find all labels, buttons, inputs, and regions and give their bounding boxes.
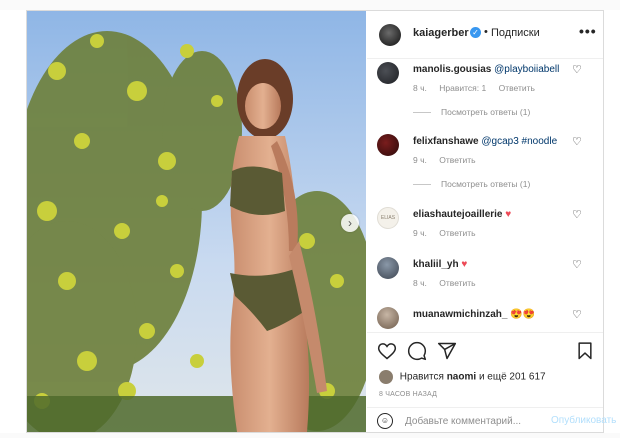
commenter-username[interactable]: felixfanshawe [413,136,479,147]
commenter-avatar[interactable]: ELIAS [377,207,399,229]
comment-reply-button[interactable]: Ответить [439,228,475,238]
comment-time: 8 ч. [413,83,427,93]
add-comment-bar: ☺ Опубликовать [367,407,616,433]
author-username[interactable]: kaiagerber [413,27,469,39]
header-separator: • [484,26,488,38]
page-background-top [0,0,620,10]
replies-divider [413,184,431,186]
comment-meta: 8 ч. Нравится: 1 Ответить [413,83,545,93]
share-icon[interactable] [437,341,457,361]
comment-likes-count[interactable]: Нравится: 1 [439,83,486,93]
commenter-username[interactable]: muanawmichinzah_ [413,309,507,320]
post-header: kaiagerber ✓ • Подписки ••• [367,11,603,59]
likes-count[interactable]: и ещё 201 617 [479,372,546,383]
view-replies-label: Посмотреть ответы (1) [441,107,531,117]
comment-meta: 9 ч. Ответить [413,228,486,238]
comment-emoji: 😍😍 [510,309,536,320]
comment-text: manolis.gousias @playboiiabell [413,64,559,75]
comment-text: felixfanshawe @gcap3 #noodle [413,136,557,147]
comment-text: eliashautejoaillerie ♥ [413,209,511,220]
heart-icon[interactable] [377,341,397,361]
commenter-avatar[interactable] [377,134,399,156]
commenter-username[interactable]: eliashautejoaillerie [413,209,503,220]
post-side-panel: kaiagerber ✓ • Подписки ••• manolis.gous… [367,11,616,433]
liker-avatar [379,370,393,384]
follow-button[interactable]: Подписки [491,27,540,39]
comment-like-heart-icon[interactable]: ♡ [572,308,582,321]
more-options-icon[interactable]: ••• [579,23,597,39]
comment-like-heart-icon[interactable]: ♡ [572,208,582,221]
commenter-username[interactable]: manolis.gousias [413,64,491,75]
emoji-icon[interactable]: ☺ [377,413,393,429]
post-image [27,11,366,432]
view-replies-button[interactable]: Посмотреть ответы (1) [413,179,530,189]
comment-like-heart-icon[interactable]: ♡ [572,258,582,271]
commenter-avatar[interactable] [377,62,399,84]
comment-meta: 8 ч. Ответить [413,278,486,288]
comment-reply-button[interactable]: Ответить [499,83,535,93]
comment-time: 8 ч. [413,278,427,288]
comment-emoji: ♥ [505,209,512,220]
verified-badge-icon: ✓ [470,27,481,38]
comment-mention[interactable]: @playboiiabell [494,64,559,75]
author-avatar[interactable] [379,24,401,46]
bookmark-icon[interactable] [575,341,595,361]
replies-divider [413,112,431,114]
comment-input[interactable] [405,412,535,430]
comment-time: 9 ч. [413,155,427,165]
commenter-avatar[interactable] [377,307,399,329]
commenter-avatar[interactable] [377,257,399,279]
comment-time: 9 ч. [413,228,427,238]
view-replies-button[interactable]: Посмотреть ответы (1) [413,107,530,117]
comment-like-heart-icon[interactable]: ♡ [572,63,582,76]
post-actions: Нравится naomi и ещё 201 617 8 ЧАСОВ НАЗ… [367,332,616,433]
likes-user[interactable]: naomi [447,372,476,383]
comment-meta: 9 ч. Ответить [413,155,486,165]
likes-summary[interactable]: Нравится naomi и ещё 201 617 [379,370,546,384]
comment-icon[interactable] [407,341,427,361]
comment-text: muanawmichinzah_ 😍😍 [413,309,535,320]
comment-reply-button[interactable]: Ответить [439,278,475,288]
commenter-username[interactable]: khaliil_yh [413,259,459,270]
comment-emoji: ♥ [461,259,468,270]
post-time-ago: 8 ЧАСОВ НАЗАД [379,391,438,398]
carousel-next-button[interactable]: › [341,214,359,232]
page-background-bottom [0,433,620,438]
post-photo[interactable]: › [27,11,366,432]
comment-like-heart-icon[interactable]: ♡ [572,135,582,148]
comments-list[interactable]: manolis.gousias @playboiiabell ♡ 8 ч. Нр… [367,60,603,332]
comment-reply-button[interactable]: Ответить [439,155,475,165]
view-replies-label: Посмотреть ответы (1) [441,179,531,189]
instagram-post-modal: › kaiagerber ✓ • Подписки ••• manolis.go… [26,10,616,433]
likes-prefix: Нравится [399,371,444,383]
comment-mention[interactable]: @gcap3 #noodle [481,136,557,147]
comment-text: khaliil_yh ♥ [413,259,467,270]
publish-button[interactable]: Опубликовать [551,415,616,426]
